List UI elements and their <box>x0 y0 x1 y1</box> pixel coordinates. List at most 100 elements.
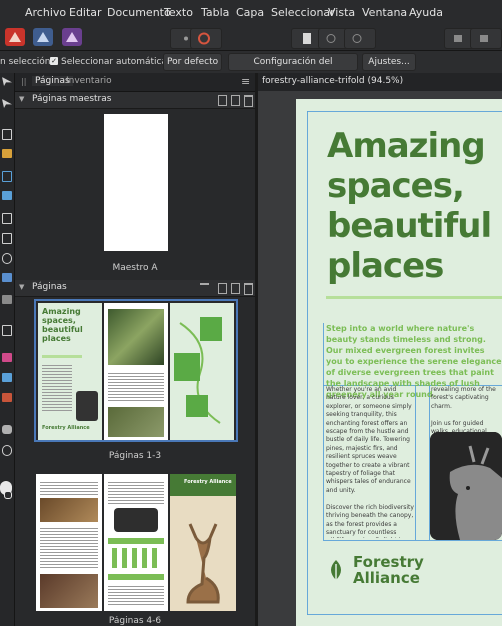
thumb-page4-body <box>40 526 98 570</box>
preflight-button[interactable] <box>190 28 222 49</box>
stroke-color-swatch[interactable] <box>4 491 12 499</box>
logo-text: Forestry Alliance <box>353 554 424 586</box>
thumb-page2-text <box>108 371 164 401</box>
duplicate-master-icon[interactable] <box>231 95 240 106</box>
thumb-deer-photo <box>76 391 98 421</box>
thumb-dining-photo <box>40 574 98 608</box>
thumb-logo: Forestry Alliance <box>42 425 90 431</box>
transparency-tool-icon[interactable] <box>2 373 12 382</box>
thumb-page5-body <box>108 584 164 606</box>
selection-label: n selección <box>0 57 51 67</box>
designer-persona-icon[interactable] <box>33 28 53 46</box>
collapse-pages-icon[interactable]: ▼ <box>19 283 24 291</box>
add-master-icon[interactable] <box>218 95 227 106</box>
spread-1-3-thumbnail[interactable]: Amazing spaces, beautiful places Forestr… <box>34 299 238 442</box>
thumb-forest-photo <box>108 309 164 365</box>
page-6-thumbnail[interactable]: Forestry Alliance <box>170 474 236 611</box>
thumb-page5-heading-2 <box>108 574 164 580</box>
artistic-text-tool-icon[interactable] <box>2 171 12 182</box>
thumb-cabin-photo <box>40 498 98 522</box>
auto-select-checkbox[interactable]: ✓ <box>50 57 58 65</box>
margin-guide-bottom <box>307 614 502 615</box>
insert-pages-icon[interactable] <box>200 283 209 293</box>
place-image-tool-icon[interactable] <box>2 273 12 282</box>
thumb-headline: Amazing spaces, beautiful places <box>42 307 83 343</box>
page-3-thumbnail[interactable] <box>170 303 234 440</box>
rectangle-tool-icon[interactable] <box>2 213 12 224</box>
page-5-thumbnail[interactable] <box>104 474 168 611</box>
thumb-page5-heading <box>108 538 164 544</box>
thumb-page4-text <box>40 480 98 496</box>
page-2-thumbnail[interactable] <box>104 303 168 440</box>
context-toolbar: n selección ✓ Seleccionar automáticament… <box>0 51 502 83</box>
menu-seleccionar[interactable]: Seleccionar <box>271 6 335 19</box>
thumb-page5-icons <box>112 548 160 568</box>
node-tool-icon[interactable] <box>2 99 12 108</box>
menu-documento[interactable]: Documento <box>107 6 171 19</box>
body-column-1[interactable]: Whether you're an avid nature lover, a c… <box>326 386 414 538</box>
column-guide-2 <box>415 385 416 540</box>
page-4-thumbnail[interactable] <box>36 474 102 611</box>
page-1-thumbnail[interactable]: Amazing spaces, beautiful places Forestr… <box>38 303 102 440</box>
document-setup-button[interactable]: Configuración del documento... <box>228 53 358 83</box>
pages-section-header: ▼ Páginas <box>15 280 255 297</box>
spread-1-3-label: Páginas 1-3 <box>108 451 162 461</box>
shape-tool-icon[interactable] <box>2 295 12 304</box>
panel-grip-icon[interactable]: || <box>21 77 26 86</box>
pen-tool-icon[interactable] <box>2 191 12 200</box>
panel-tab-bar: || Páginas Inventario ≡ <box>15 73 255 92</box>
document-tab-bar: forestry-alliance-trifold (94.5%) <box>258 73 502 92</box>
ellipse-frame-tool-icon[interactable] <box>2 253 12 264</box>
arrange-button[interactable] <box>470 28 502 49</box>
move-tool-icon[interactable] <box>2 77 12 86</box>
thumb-path-photo <box>108 407 164 437</box>
panel-menu-icon[interactable]: ≡ <box>241 75 250 88</box>
menu-texto[interactable]: Texto <box>164 6 193 19</box>
delete-master-icon[interactable] <box>244 95 253 107</box>
auto-select-dropdown[interactable]: Por defecto <box>163 53 222 71</box>
collapse-masters-icon[interactable]: ▼ <box>19 95 24 103</box>
tab-inventory[interactable]: Inventario <box>66 76 112 86</box>
photo-persona-icon[interactable] <box>62 28 82 46</box>
pages-section-title: Páginas <box>32 282 67 292</box>
table-tool-icon[interactable] <box>2 149 12 158</box>
mode-button-3[interactable] <box>344 28 376 49</box>
menu-archivo[interactable]: Archivo <box>25 6 66 19</box>
spread-4-6-thumbnail[interactable]: Forestry Alliance <box>36 474 236 611</box>
column-guide-1 <box>323 323 324 540</box>
menu-capa[interactable]: Capa <box>236 6 264 19</box>
master-a-thumbnail[interactable] <box>104 114 168 251</box>
zoom-tool-icon[interactable] <box>2 445 12 456</box>
thumb-cover-logo: Forestry Alliance <box>184 479 232 485</box>
picture-frame-tool-icon[interactable] <box>2 233 12 244</box>
tools-panel <box>0 73 15 626</box>
hand-tool-icon[interactable] <box>2 425 12 434</box>
crop-tool-icon[interactable] <box>2 325 12 336</box>
add-page-icon[interactable] <box>218 283 227 294</box>
publisher-persona-icon[interactable] <box>5 28 25 46</box>
color-picker-tool-icon[interactable] <box>2 393 12 402</box>
deer-photo[interactable] <box>430 432 502 540</box>
menu-editar[interactable]: Editar <box>69 6 102 19</box>
menu-vista[interactable]: Vista <box>328 6 355 19</box>
master-a-label: Maestro A <box>112 263 158 273</box>
frame-text-tool-icon[interactable] <box>2 129 12 140</box>
menu-tabla[interactable]: Tabla <box>201 6 229 19</box>
margin-guide-top <box>307 111 502 112</box>
thumb-intro-bar <box>42 355 82 358</box>
masters-section-header: ▼ Páginas maestras <box>15 92 255 109</box>
menu-ayuda[interactable]: Ayuda <box>409 6 443 19</box>
forestry-leaf-icon <box>326 558 346 582</box>
document-tab-title[interactable]: forestry-alliance-trifold (94.5%) <box>262 76 403 86</box>
thumb-deer-illustration <box>186 523 220 604</box>
duplicate-page-icon[interactable] <box>231 283 240 294</box>
thumb-body-text <box>42 363 72 413</box>
fill-tool-icon[interactable] <box>2 353 12 362</box>
menu-bar: Archivo Editar Documento Texto Tabla Cap… <box>0 0 502 25</box>
spread-4-6-label: Páginas 4-6 <box>108 616 162 626</box>
settings-button[interactable]: Ajustes... <box>362 53 416 71</box>
headline[interactable]: Amazing spaces, beautiful places <box>327 126 497 286</box>
thumb-cover-band <box>170 474 236 496</box>
menu-ventana[interactable]: Ventana <box>362 6 407 19</box>
delete-page-icon[interactable] <box>244 283 253 295</box>
